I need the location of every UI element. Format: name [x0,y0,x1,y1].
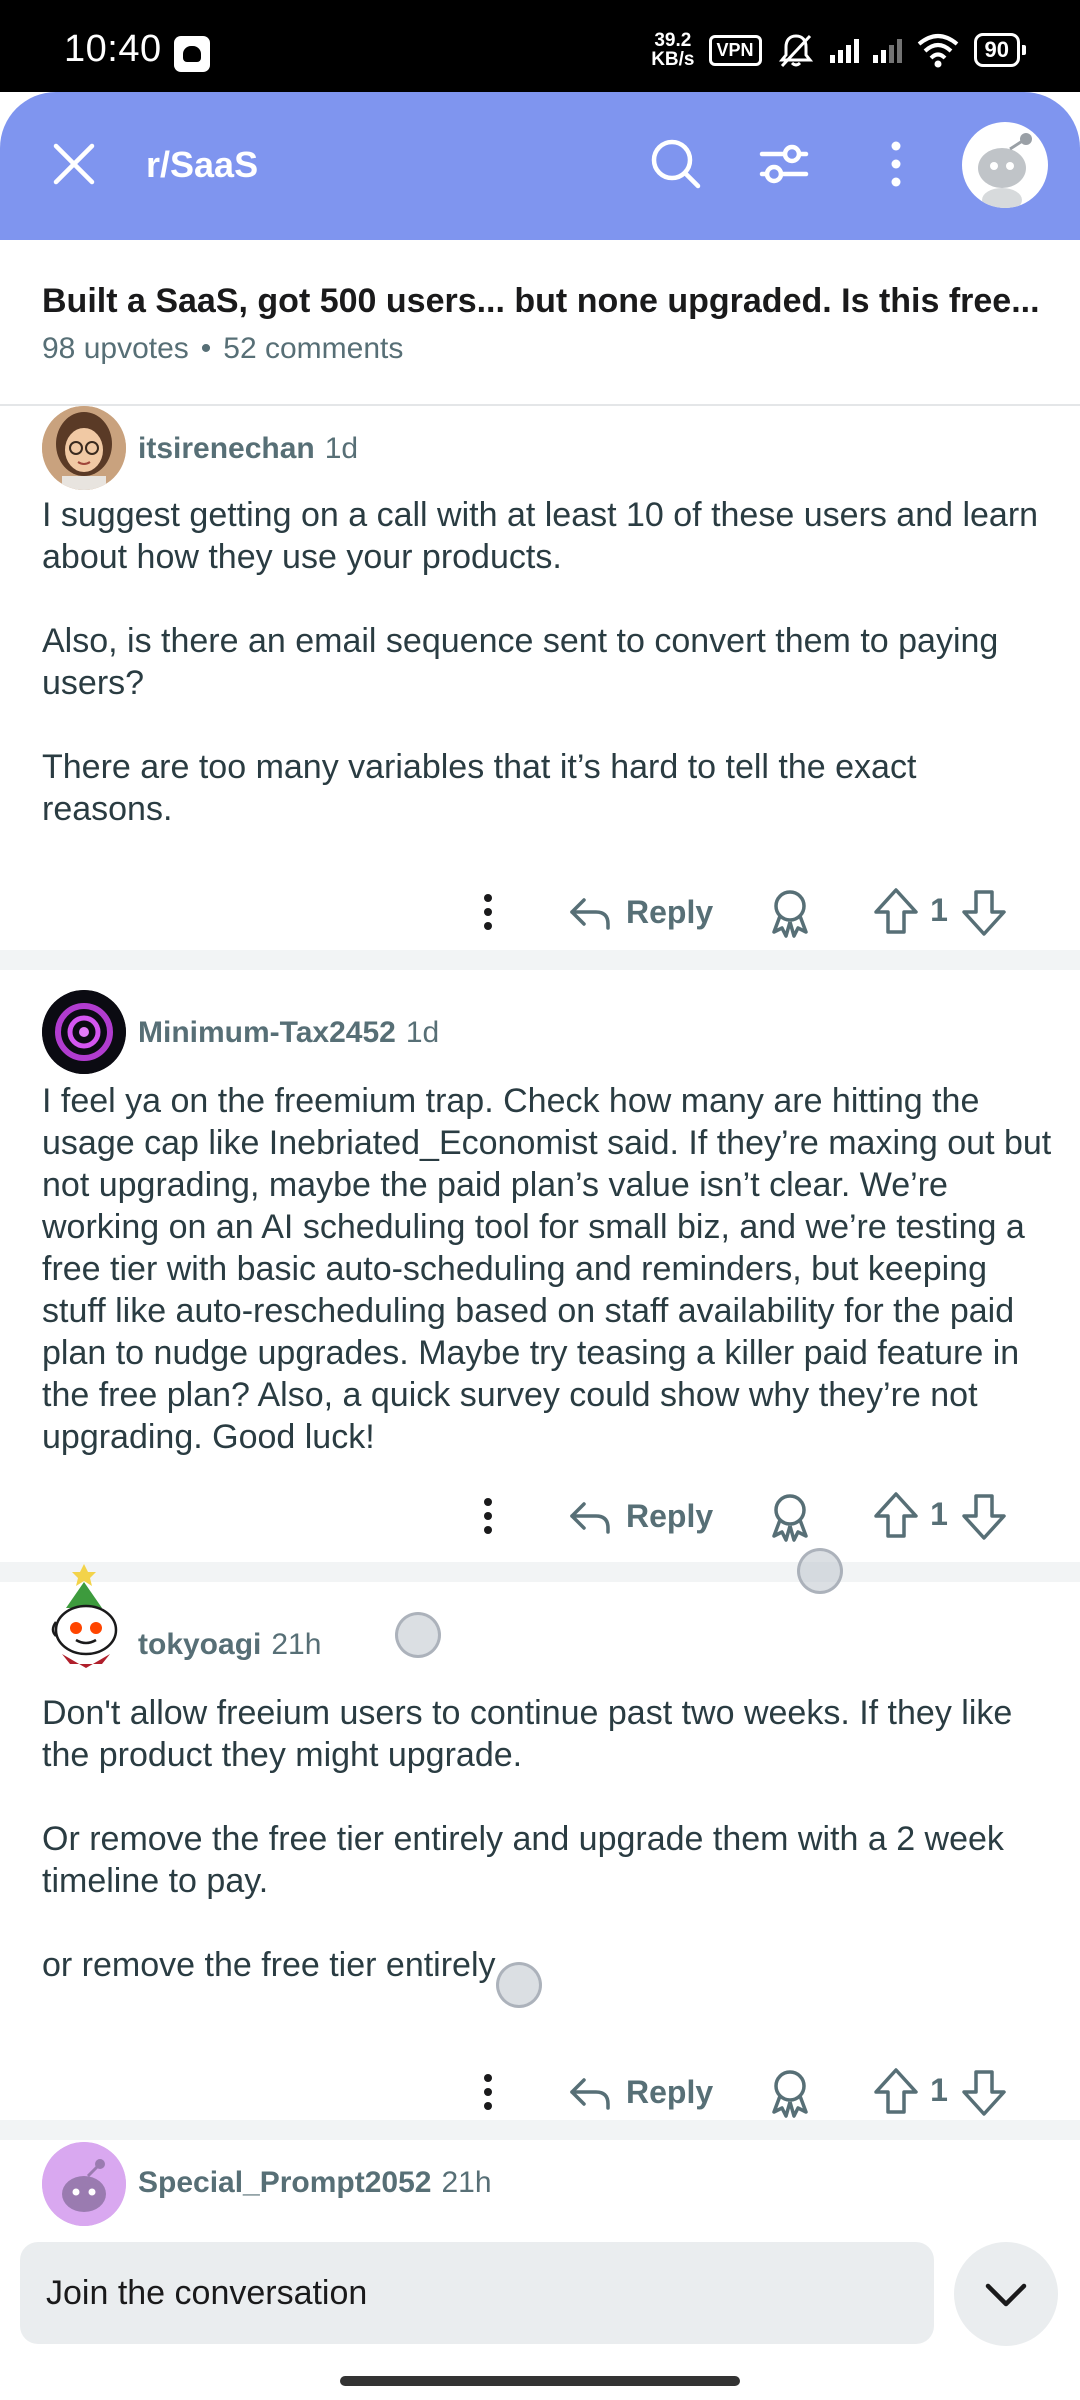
comment-actions: Reply 1 [0,880,1080,944]
upvote-icon[interactable] [866,882,926,942]
comment-divider [0,1562,1080,1582]
comment: itsirenechan 1d I suggest getting on a ca… [0,406,1080,950]
comment-age: 21h [271,1628,322,1661]
expand-button[interactable] [954,2242,1058,2346]
upvote-count: 98 upvotes [42,332,189,365]
user-logo-avatar [42,990,126,1074]
comment-paragraph: Also, is there an email sequence sent to… [42,622,999,702]
comment-divider [0,2120,1080,2140]
comment-body: Don't allow freeium users to continue pa… [42,1692,1052,1986]
home-indicator[interactable] [340,2376,740,2386]
filter-icon[interactable] [752,132,816,196]
comment-age: 21h [441,2166,492,2199]
search-icon[interactable] [644,132,708,196]
comment-count: 52 comments [223,332,404,365]
user-photo-avatar [42,406,126,490]
upvote-icon[interactable] [866,1486,926,1546]
subreddit-header: r/SaaS [0,92,1080,240]
comment-paragraph: There are too many variables that it’s h… [42,748,917,828]
composer-bar [0,2228,1080,2400]
touch-indicator [496,1962,542,2008]
more-vertical-icon[interactable] [458,2060,518,2124]
post-title[interactable]: Built a SaaS, got 500 users... but none … [42,282,1042,321]
comment-author[interactable]: tokyoagi 21h [138,1628,321,1662]
comment-age: 1d [405,1016,440,1049]
meta-separator: • [200,332,212,365]
comment-body: I suggest getting on a call with at leas… [42,494,1052,830]
snoo-avatar-icon [42,2142,126,2226]
vote-score: 1 [930,1496,948,1532]
award-icon[interactable] [760,1486,820,1546]
avatar[interactable] [42,406,126,490]
chevron-down-icon [985,2283,1027,2307]
comment: Minimum-Tax2452 1d I feel ya on the freem… [0,970,1080,1562]
comment-divider [0,950,1080,970]
avatar[interactable] [42,1564,132,1668]
comment: Special_Prompt2052 21h [0,2140,1080,2228]
vote-score: 1 [930,2072,948,2108]
mute-bell-icon [778,34,813,68]
comment-paragraph: I suggest getting on a call with at leas… [42,496,1039,576]
network-speed: 39.2 KB/s [651,30,695,70]
vote-score: 1 [930,892,948,928]
comment-paragraph: Or remove the free tier entirely and upg… [42,1820,1004,1900]
comment-age: 1d [324,432,359,465]
award-icon[interactable] [760,2062,820,2122]
award-icon[interactable] [760,882,820,942]
more-vertical-icon[interactable] [458,880,518,944]
reply-arrow-icon [570,1502,610,1534]
post-meta: 98 upvotes • 52 comments [42,332,403,366]
avatar[interactable] [42,2142,126,2226]
battery-icon: 90 [973,33,1027,67]
downvote-icon[interactable] [954,2062,1014,2122]
signal-icon [829,37,859,63]
reply-arrow-icon [570,2078,610,2110]
snoo-avatar-icon [978,133,1032,208]
reply-button[interactable]: Reply [568,880,713,944]
comment-paragraph: or remove the free tier entirely [42,1946,496,1984]
touch-indicator [395,1612,441,1658]
more-vertical-icon[interactable] [864,132,928,196]
reply-button[interactable]: Reply [568,2060,713,2124]
comment-paragraph: Don't allow freeium users to continue pa… [42,1694,1013,1774]
status-time: 10:40 [64,28,162,70]
comment-paragraph: I feel ya on the freemium trap. Check ho… [42,1082,1052,1456]
close-icon[interactable] [44,134,104,194]
upvote-icon[interactable] [866,2062,926,2122]
join-conversation-input[interactable] [20,2242,934,2344]
snoo-avatar-icon [51,1564,118,1668]
post-info[interactable]: Built a SaaS, got 500 users... but none … [0,240,1080,406]
reply-arrow-icon [570,898,610,930]
comment: tokyoagi 21h Don't allow freeium users to… [0,1564,1080,2120]
avatar[interactable] [42,990,126,1074]
touch-indicator [797,1548,843,1594]
reply-button[interactable]: Reply [568,1484,713,1548]
comment-author[interactable]: Special_Prompt2052 21h [138,2166,492,2200]
downvote-icon[interactable] [954,1486,1014,1546]
more-vertical-icon[interactable] [458,1484,518,1548]
comment-actions: Reply 1 [0,1484,1080,1548]
subreddit-title[interactable]: r/SaaS [146,144,258,186]
comment-body: I feel ya on the freemium trap. Check ho… [42,1080,1052,1458]
signal-icon [872,37,902,63]
wifi-icon [917,34,958,68]
comment-author[interactable]: Minimum-Tax2452 1d [138,1016,439,1050]
comment-actions: Reply 1 [0,2060,1080,2124]
app-notification-icon [174,36,210,72]
status-icons: 39.2 KB/s VPN 90 [651,28,1027,72]
comment-author[interactable]: itsirenechan 1d [138,432,358,466]
status-bar: 10:40 39.2 KB/s VPN 90 [0,0,1080,92]
user-avatar[interactable] [962,122,1048,208]
vpn-badge: VPN [708,34,762,66]
downvote-icon[interactable] [954,882,1014,942]
